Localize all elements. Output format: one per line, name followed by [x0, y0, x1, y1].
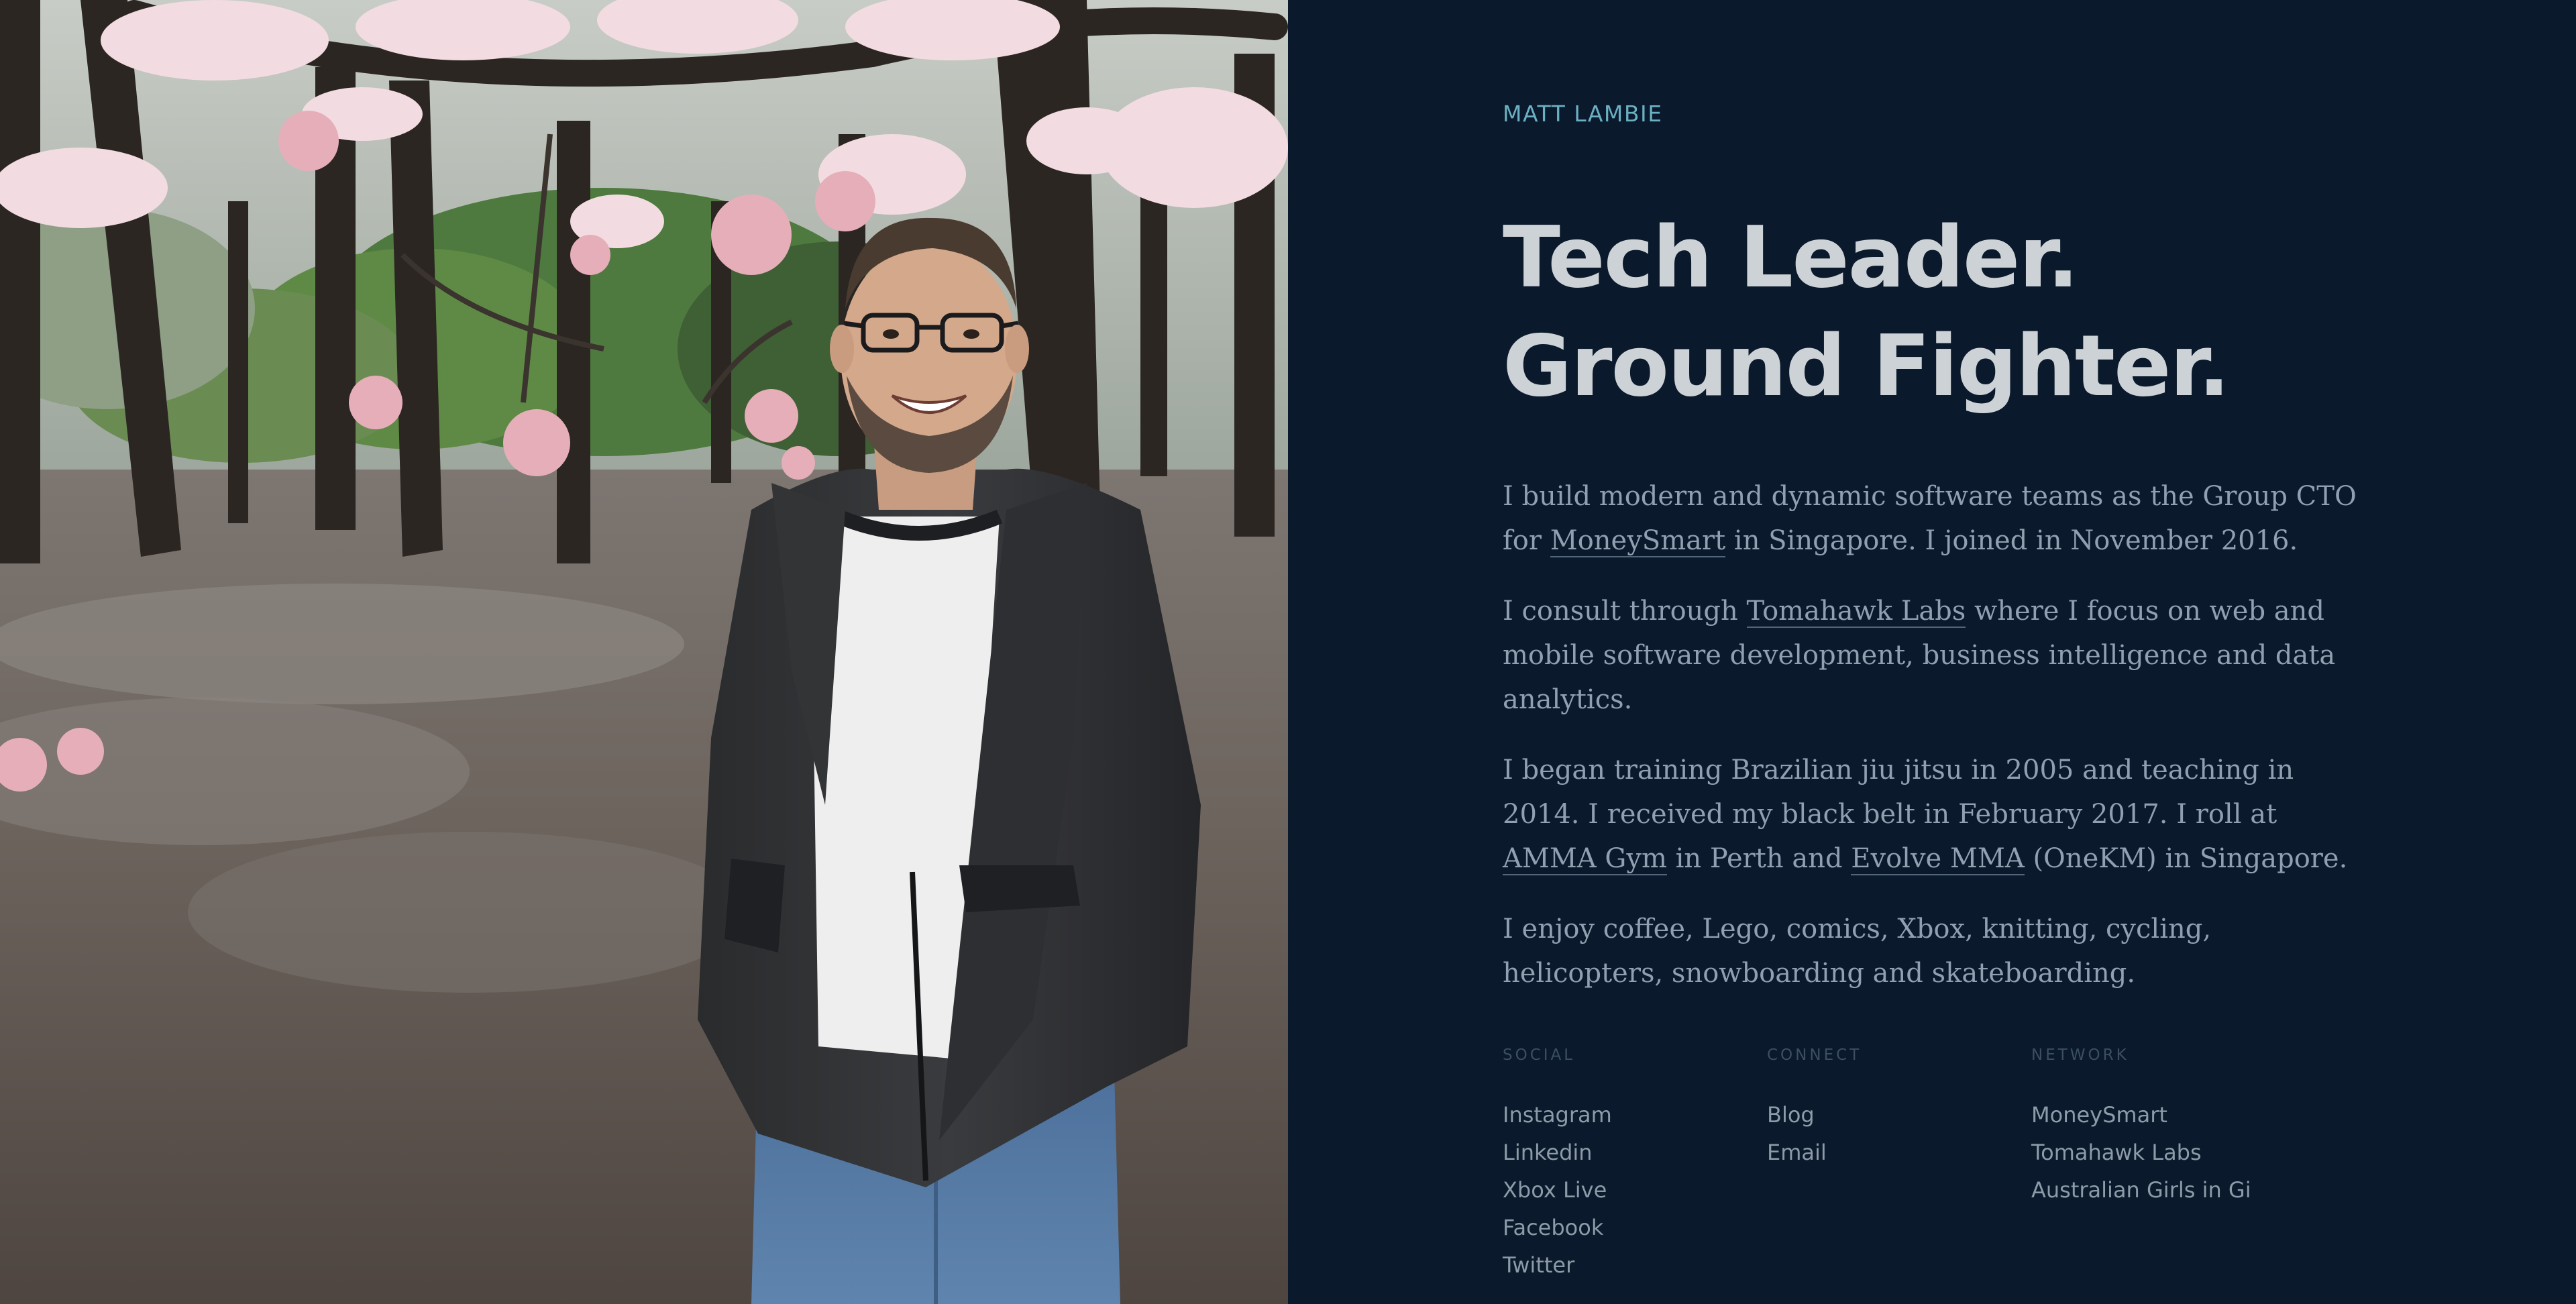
headline-line-1: Tech Leader. [1503, 208, 2079, 307]
bio-paragraph-2: I consult through Tomahawk Labs where I … [1503, 589, 2375, 722]
evolve-mma-link[interactable]: Evolve MMA [1851, 843, 2025, 875]
bio-paragraph-1: I build modern and dynamic software team… [1503, 474, 2375, 563]
page: MATT LAMBIE Tech Leader. Ground Fighter.… [0, 0, 2576, 1304]
moneysmart-network-link[interactable]: MoneySmart [2031, 1096, 2296, 1134]
bio-text: (OneKM) in Singapore. [2024, 843, 2348, 874]
bio: I build modern and dynamic software team… [1503, 474, 2375, 995]
portrait-photo [0, 0, 1288, 1304]
blog-link[interactable]: Blog [1767, 1096, 2031, 1134]
australian-girls-in-gi-link[interactable]: Australian Girls in Gi [2031, 1171, 2296, 1209]
bio-text: in Perth and [1666, 843, 1851, 874]
facebook-link[interactable]: Facebook [1503, 1209, 1767, 1246]
portrait-illustration [0, 0, 1288, 1304]
network-heading: NETWORK [2031, 1046, 2129, 1064]
intro-section: MATT LAMBIE Tech Leader. Ground Fighter.… [1503, 101, 2375, 1022]
social-heading: SOCIAL [1503, 1046, 1576, 1064]
moneysmart-link[interactable]: MoneySmart [1550, 525, 1726, 557]
xbox-live-link[interactable]: Xbox Live [1503, 1171, 1767, 1209]
connect-heading: CONNECT [1767, 1046, 1862, 1064]
bio-text: in Singapore. I joined in November 2016. [1725, 525, 2298, 556]
bio-text: I consult through [1503, 596, 1747, 627]
site-name[interactable]: MATT LAMBIE [1503, 101, 2375, 127]
email-link[interactable]: Email [1767, 1134, 2031, 1171]
twitter-link[interactable]: Twitter [1503, 1246, 1767, 1284]
tomahawk-labs-link[interactable]: Tomahawk Labs [1746, 596, 1966, 628]
tomahawk-labs-network-link[interactable]: Tomahawk Labs [2031, 1134, 2296, 1171]
footer-links: SOCIAL Instagram Linkedin Xbox Live Face… [1503, 1046, 2296, 1284]
social-column: SOCIAL Instagram Linkedin Xbox Live Face… [1503, 1046, 1767, 1284]
network-column: NETWORK MoneySmart Tomahawk Labs Austral… [2031, 1046, 2296, 1284]
content-panel: MATT LAMBIE Tech Leader. Ground Fighter.… [1288, 0, 2576, 1304]
linkedin-link[interactable]: Linkedin [1503, 1134, 1767, 1171]
bio-paragraph-4: I enjoy coffee, Lego, comics, Xbox, knit… [1503, 914, 2212, 989]
connect-column: CONNECT Blog Email [1767, 1046, 2031, 1284]
amma-gym-link[interactable]: AMMA Gym [1503, 843, 1667, 875]
bio-paragraph-3: I began training Brazilian jiu jitsu in … [1503, 748, 2375, 881]
instagram-link[interactable]: Instagram [1503, 1096, 1767, 1134]
bio-text: I began training Brazilian jiu jitsu in … [1503, 755, 2294, 830]
page-headline: Tech Leader. Ground Fighter. [1503, 203, 2375, 421]
headline-line-2: Ground Fighter. [1503, 317, 2230, 415]
